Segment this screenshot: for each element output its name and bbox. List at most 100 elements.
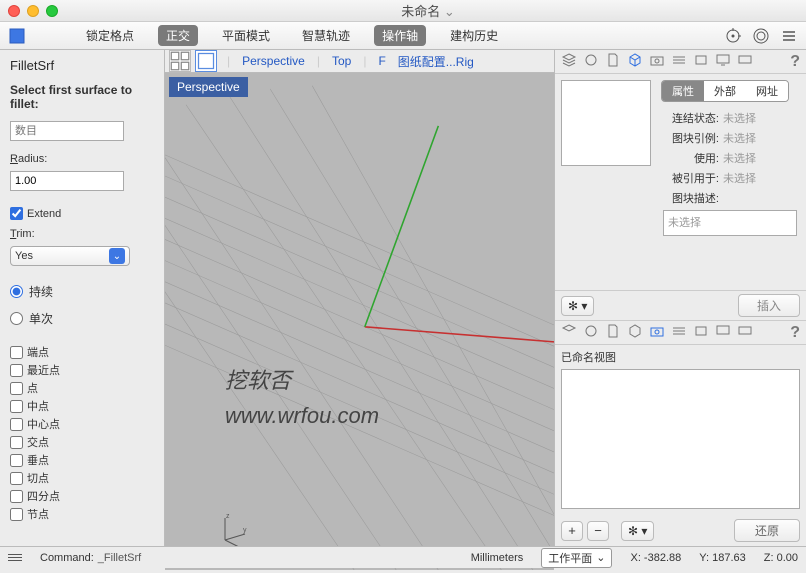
description-box[interactable]: 未选择 — [663, 210, 797, 236]
prop-tab-attr[interactable]: 属性 — [662, 81, 704, 101]
osnap-tan[interactable]: 切点 — [10, 470, 154, 486]
radio-persistent[interactable]: 持续 — [10, 283, 154, 300]
camera-icon-2[interactable] — [649, 323, 665, 342]
window-title[interactable]: 未命名 — [58, 1, 798, 20]
status-bar: Command: _FilletSrf Millimeters 工作平面 ⌄ X… — [0, 546, 806, 568]
tab-top[interactable]: Top — [326, 54, 357, 68]
prop-link-status-label: 连结状态: — [663, 110, 719, 126]
osnap-point[interactable]: 点 — [10, 380, 154, 396]
zoom-window-button[interactable] — [46, 5, 58, 17]
prop-tab-external[interactable]: 外部 — [704, 81, 746, 101]
osnap-end[interactable]: 端点 — [10, 344, 154, 360]
status-x: X: -382.88 — [630, 552, 681, 564]
display-icon[interactable] — [737, 52, 753, 71]
view-tabs: | Perspective | Top | F 图纸配置...Rig — [165, 50, 554, 73]
gear-button-2[interactable]: ✻ ▾ — [621, 521, 654, 541]
titlebar: 未命名 — [0, 0, 806, 22]
toolbar-gumball[interactable]: 操作轴 — [374, 25, 426, 46]
toolbar-grid-lock[interactable]: 锁定格点 — [78, 25, 142, 46]
toolbar-ortho[interactable]: 正交 — [158, 25, 198, 46]
osnap-knot[interactable]: 节点 — [10, 506, 154, 522]
prop-use-value: 未选择 — [723, 150, 756, 166]
toolbar-history[interactable]: 建构历史 — [442, 25, 506, 46]
trim-label: Trim: — [10, 228, 154, 240]
device-icon-2[interactable] — [693, 323, 709, 342]
cplane-dropdown[interactable]: 工作平面 ⌄ — [541, 548, 612, 568]
property-tabs: 属性 外部 网址 — [661, 80, 789, 102]
tab-perspective[interactable]: Perspective — [236, 54, 311, 68]
insert-button[interactable]: 插入 — [738, 294, 800, 317]
named-views-list[interactable] — [561, 369, 800, 509]
toolbar-smarttrack[interactable]: 智慧轨迹 — [294, 25, 358, 46]
minimize-window-button[interactable] — [27, 5, 39, 17]
add-view-button[interactable]: + — [561, 521, 583, 541]
circle-icon-2[interactable] — [583, 323, 599, 342]
close-window-button[interactable] — [8, 5, 20, 17]
osnap-cen[interactable]: 中心点 — [10, 416, 154, 432]
help-icon[interactable]: ? — [790, 53, 800, 71]
target-icon[interactable] — [722, 27, 744, 45]
cube-icon[interactable] — [627, 52, 643, 71]
properties-section: 属性 外部 网址 连结状态:未选择 图块引例:未选择 使用:未选择 被引用于:未… — [555, 74, 806, 290]
preview-box — [561, 80, 651, 166]
four-view-icon[interactable] — [169, 50, 191, 72]
stack-icon-2[interactable] — [671, 323, 687, 342]
circles-icon[interactable] — [750, 27, 772, 45]
gear-row-1: ✻ ▾ 插入 — [555, 290, 806, 320]
document-icon-2[interactable] — [605, 323, 621, 342]
viewport[interactable]: Perspective 挖软否 www.wrfou.com z y x — [165, 73, 554, 570]
osnap-quad[interactable]: 四分点 — [10, 488, 154, 504]
radius-input[interactable] — [10, 171, 124, 191]
remove-view-button[interactable]: − — [587, 521, 609, 541]
camera-icon[interactable] — [649, 52, 665, 71]
status-y: Y: 187.63 — [699, 552, 746, 564]
osnap-mid[interactable]: 中点 — [10, 398, 154, 414]
prop-tab-url[interactable]: 网址 — [746, 81, 788, 101]
device-icon[interactable] — [693, 52, 709, 71]
command-line[interactable]: Command: _FilletSrf — [40, 552, 141, 564]
status-units: Millimeters — [471, 552, 524, 564]
left-panel: FilletSrf Select first surface to fillet… — [0, 50, 165, 546]
viewport-label[interactable]: Perspective — [169, 77, 248, 97]
prop-link-status-value: 未选择 — [723, 110, 756, 126]
osnap-int[interactable]: 交点 — [10, 434, 154, 450]
osnap-list: 端点 最近点 点 中点 中心点 交点 垂点 切点 四分点 节点 — [10, 342, 154, 524]
osnap-perp[interactable]: 垂点 — [10, 452, 154, 468]
tab-f[interactable]: F — [372, 54, 391, 68]
named-views-buttons: + − ✻ ▾ 还原 — [555, 515, 806, 546]
app-icon — [6, 25, 28, 47]
osnap-near[interactable]: 最近点 — [10, 362, 154, 378]
toolbar-planar[interactable]: 平面模式 — [214, 25, 278, 46]
center-area: | Perspective | Top | F 图纸配置...Rig Persp… — [165, 50, 554, 546]
command-prompt: Select first surface to fillet: — [10, 83, 154, 111]
display-icon-2[interactable] — [737, 323, 753, 342]
menu-icon[interactable] — [778, 27, 800, 45]
prop-use-label: 使用: — [663, 150, 719, 166]
number-input[interactable] — [10, 121, 124, 141]
monitor-icon-2[interactable] — [715, 323, 731, 342]
single-view-icon[interactable] — [195, 50, 217, 72]
right-icon-strip-2: ? — [555, 321, 806, 345]
watermark: 挖软否 www.wrfou.com — [225, 363, 379, 433]
layers-icon-2[interactable] — [561, 323, 577, 342]
monitor-icon[interactable] — [715, 52, 731, 71]
command-name: FilletSrf — [10, 58, 154, 73]
trim-select[interactable]: Yes ⌄ — [10, 246, 130, 266]
restore-button[interactable]: 还原 — [734, 519, 800, 542]
document-icon[interactable] — [605, 52, 621, 71]
prop-referenced-label: 被引用于: — [663, 170, 719, 186]
extend-checkbox[interactable]: Extend — [10, 207, 154, 220]
prop-block-inst-value: 未选择 — [723, 130, 756, 146]
svg-text:y: y — [243, 527, 247, 534]
circle-icon[interactable] — [583, 52, 599, 71]
radius-label: Radius: — [10, 153, 154, 165]
stack-icon[interactable] — [671, 52, 687, 71]
radio-once[interactable]: 单次 — [10, 310, 154, 327]
cube-icon-2[interactable] — [627, 323, 643, 342]
help-icon-2[interactable]: ? — [790, 324, 800, 342]
statusbar-menu-icon[interactable] — [8, 552, 22, 563]
chevron-down-icon: ⌄ — [109, 248, 125, 264]
tab-layout[interactable]: 图纸配置...Rig — [392, 53, 480, 70]
layers-icon[interactable] — [561, 52, 577, 71]
gear-button-1[interactable]: ✻ ▾ — [561, 296, 594, 316]
